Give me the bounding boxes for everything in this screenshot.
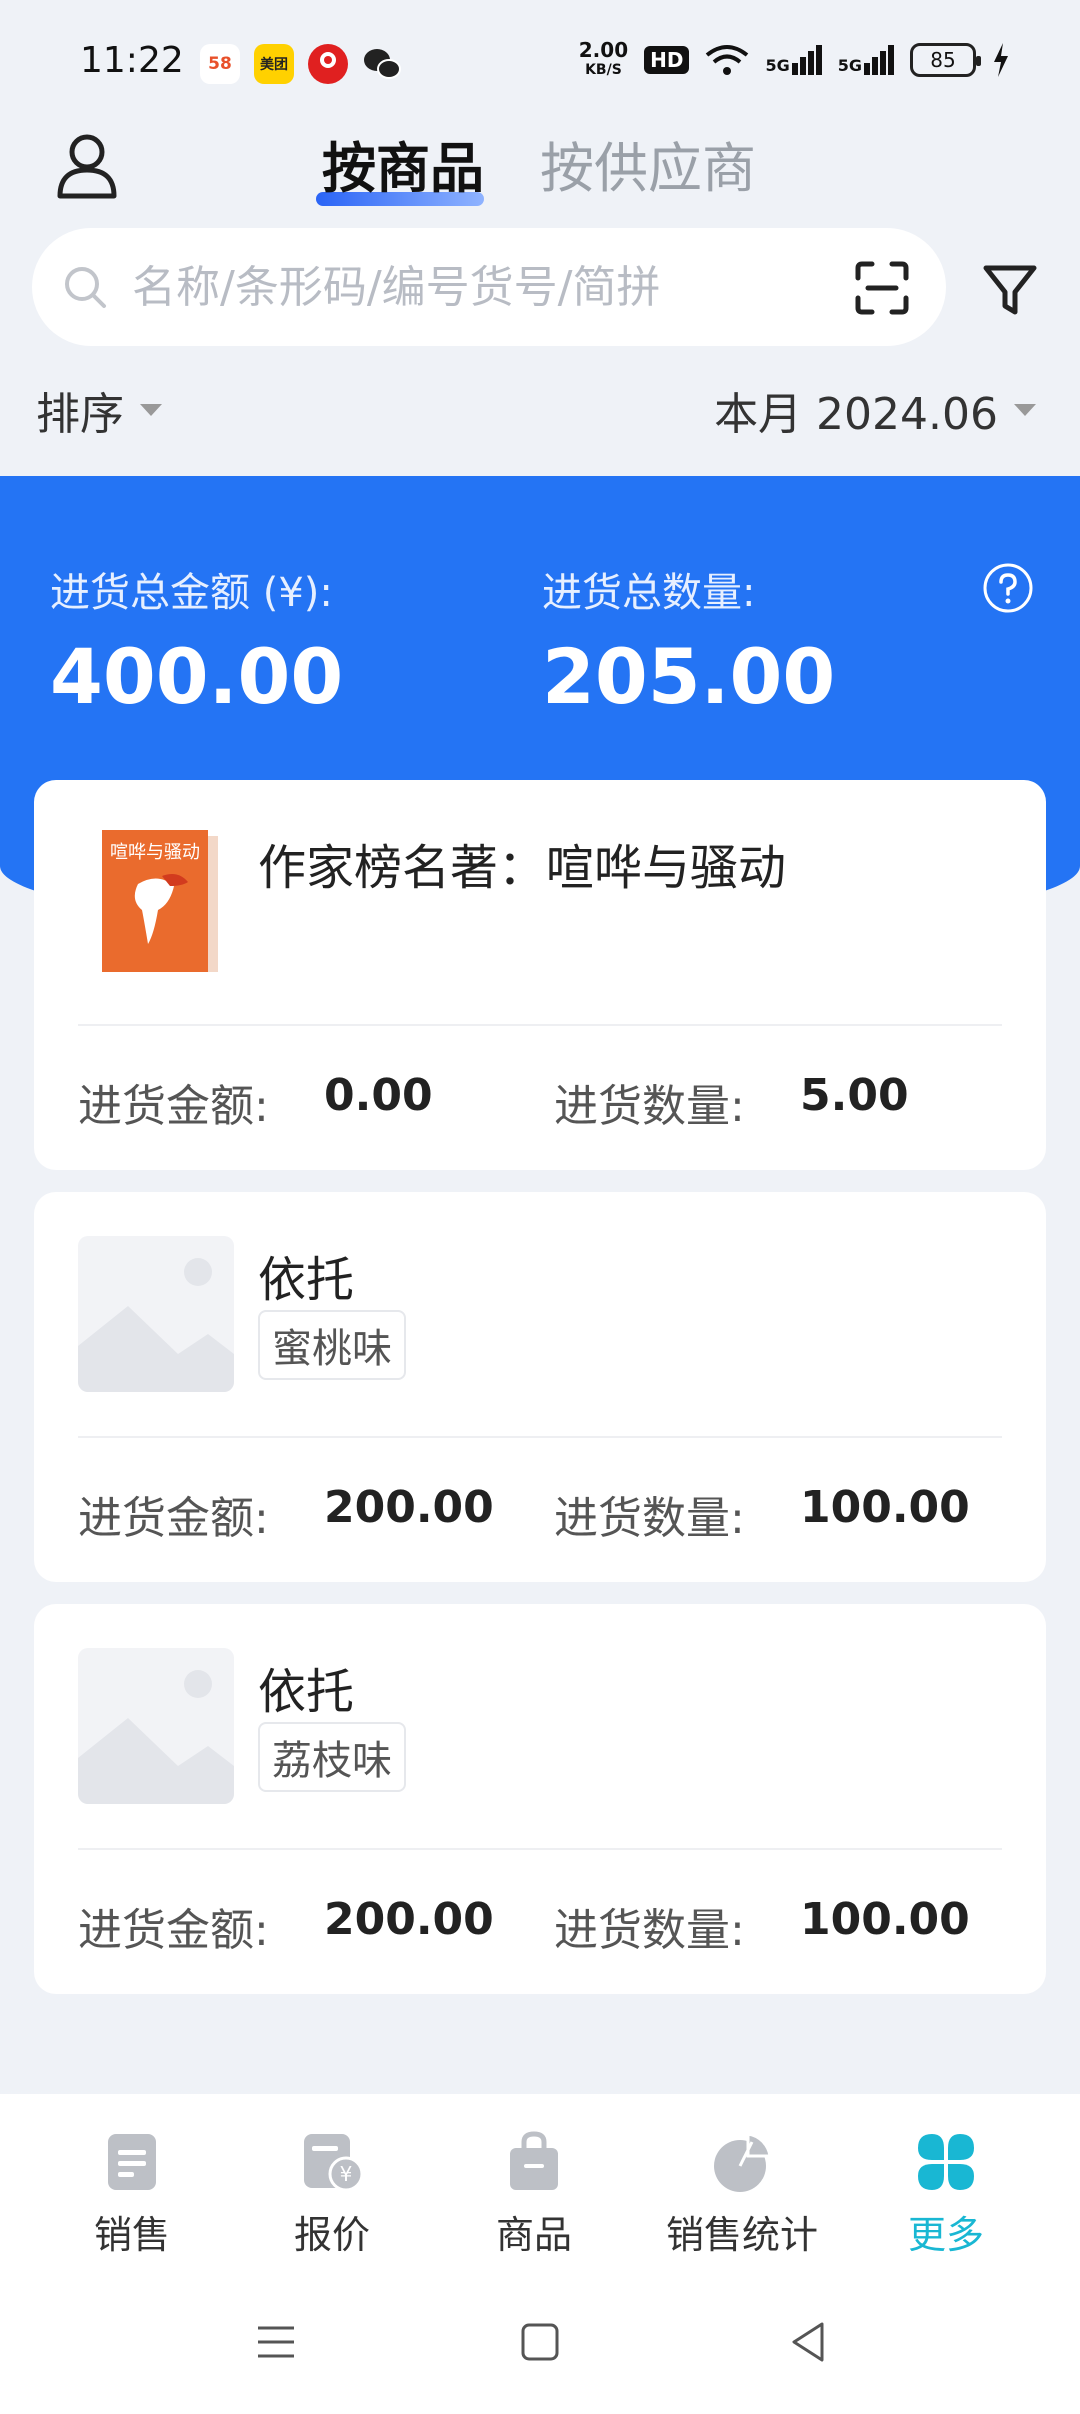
purchase-amount-value: 0.00 bbox=[324, 1070, 433, 1121]
purchase-qty-value: 5.00 bbox=[800, 1070, 909, 1121]
list-item[interactable]: 依托 荔枝味 进货金额: 200.00 进货数量: 100.00 bbox=[34, 1604, 1046, 1994]
battery-icon: 85 bbox=[910, 43, 981, 77]
item-name: 作家榜名著：喧哗与骚动 bbox=[258, 840, 787, 896]
sort-dropdown[interactable]: 排序 bbox=[36, 378, 162, 442]
search-row bbox=[0, 228, 1080, 348]
net-speed: 2.00 KB/S bbox=[579, 40, 628, 80]
nav-sales-label: 销售 bbox=[93, 2213, 170, 2257]
list-item[interactable]: 喧哗与骚动 作家榜名著：喧哗与骚动 进货金额: 0.00 进货数量: 5.00 bbox=[34, 780, 1046, 1170]
net-speed-value: 2.00 bbox=[578, 38, 629, 62]
nav-goods-label: 商品 bbox=[495, 2213, 572, 2257]
purchase-qty-value: 100.00 bbox=[800, 1894, 970, 1945]
total-amount-label: 进货总金额 (¥): bbox=[50, 570, 333, 616]
search-box bbox=[32, 228, 946, 346]
divider bbox=[78, 1848, 1002, 1850]
variant-tag: 荔枝味 bbox=[258, 1722, 406, 1792]
home-icon[interactable] bbox=[518, 2320, 562, 2364]
purchase-amount-value: 200.00 bbox=[324, 1482, 494, 1533]
battery-level: 85 bbox=[930, 48, 956, 72]
month-dropdown[interactable]: 本月 2024.06 bbox=[714, 378, 1036, 442]
signal-icon-2: 5G bbox=[838, 45, 894, 75]
purchase-amount-label: 进货金额: bbox=[78, 1905, 269, 1956]
status-time: 11:22 bbox=[80, 40, 184, 81]
image-placeholder-icon bbox=[78, 1648, 234, 1804]
nav-quote-label: 报价 bbox=[293, 2213, 370, 2257]
document-icon bbox=[108, 2134, 156, 2190]
scan-icon[interactable] bbox=[854, 260, 910, 316]
bottom-nav: 销售 ¥ 报价 商品 销售统计 更多 bbox=[0, 2094, 1080, 2264]
purchase-amount-label: 进货金额: bbox=[78, 1493, 269, 1544]
book-cover-image: 喧哗与骚动 bbox=[78, 824, 234, 980]
purchase-qty-value: 100.00 bbox=[800, 1482, 970, 1533]
header: 按商品 按供应商 bbox=[0, 120, 1080, 220]
purchase-amount-label: 进货金额: bbox=[78, 1081, 269, 1132]
system-nav-bar bbox=[0, 2264, 1080, 2414]
wechat-icon bbox=[362, 44, 402, 84]
menu-icon[interactable] bbox=[254, 2320, 298, 2364]
total-qty-block: 进货总数量: 205.00 bbox=[542, 560, 835, 721]
svg-text:¥: ¥ bbox=[340, 2162, 353, 2186]
purchase-amount-value: 200.00 bbox=[324, 1894, 494, 1945]
nav-more[interactable]: 更多 bbox=[846, 2130, 1046, 2259]
variant-tag: 蜜桃味 bbox=[258, 1310, 406, 1380]
user-icon[interactable] bbox=[52, 130, 122, 200]
wifi-icon bbox=[706, 45, 749, 75]
search-icon bbox=[65, 267, 106, 308]
status-indicators: 2.00 KB/S HD 5G 5G 85 bbox=[579, 40, 1010, 80]
total-amount-block: 进货总金额 (¥): 400.00 bbox=[50, 560, 343, 721]
chevron-down-icon bbox=[140, 404, 162, 416]
charging-icon bbox=[994, 43, 1008, 77]
purchase-qty-label: 进货数量: bbox=[554, 1493, 745, 1544]
nav-sales-stats-label: 销售统计 bbox=[665, 2213, 818, 2257]
help-icon[interactable] bbox=[982, 562, 1034, 614]
purchase-qty-label: 进货数量: bbox=[554, 1081, 745, 1132]
pie-chart-icon bbox=[714, 2132, 772, 2192]
app-meituan-icon: 美团 bbox=[254, 44, 294, 84]
nav-goods[interactable]: 商品 bbox=[434, 2130, 634, 2259]
total-qty-label: 进货总数量: bbox=[542, 570, 756, 616]
chevron-down-icon bbox=[1014, 404, 1036, 416]
item-name: 依托 bbox=[258, 1664, 355, 1720]
image-placeholder-icon bbox=[78, 1236, 234, 1392]
signal-label-2: 5G bbox=[837, 56, 862, 75]
signal-label-1: 5G bbox=[765, 56, 790, 75]
clover-grid-icon bbox=[918, 2134, 974, 2190]
sort-row: 排序 本月 2024.06 bbox=[0, 378, 1080, 448]
nav-quote[interactable]: ¥ 报价 bbox=[232, 2130, 432, 2259]
search-input[interactable] bbox=[132, 254, 752, 320]
purchase-qty-label: 进货数量: bbox=[554, 1905, 745, 1956]
nav-sales-stats[interactable]: 销售统计 bbox=[642, 2130, 842, 2259]
filter-icon[interactable] bbox=[980, 260, 1040, 320]
total-qty-value: 205.00 bbox=[542, 632, 836, 721]
net-speed-unit: KB/S bbox=[585, 62, 622, 78]
status-app-icons: 58 美团 bbox=[200, 44, 402, 84]
total-amount-value: 400.00 bbox=[50, 632, 344, 721]
tab-by-supplier[interactable]: 按供应商 bbox=[540, 124, 756, 203]
sort-label: 排序 bbox=[36, 389, 124, 440]
month-label: 本月 2024.06 bbox=[714, 389, 998, 440]
back-icon[interactable] bbox=[786, 2320, 830, 2364]
status-bar: 11:22 58 美团 2.00 KB/S HD 5G 5G 85 bbox=[0, 0, 1080, 120]
divider bbox=[78, 1024, 1002, 1026]
hd-badge: HD bbox=[644, 46, 690, 74]
nav-sales[interactable]: 销售 bbox=[32, 2130, 232, 2259]
app-map-icon bbox=[308, 44, 348, 84]
shopping-bag-icon bbox=[510, 2131, 558, 2190]
list-item[interactable]: 依托 蜜桃味 进货金额: 200.00 进货数量: 100.00 bbox=[34, 1192, 1046, 1582]
signal-icon-1: 5G bbox=[765, 45, 822, 75]
divider bbox=[78, 1436, 1002, 1438]
cover-title: 喧哗与骚动 bbox=[110, 842, 200, 863]
app-58-icon: 58 bbox=[200, 44, 240, 84]
price-tag-icon: ¥ bbox=[304, 2134, 364, 2192]
item-name: 依托 bbox=[258, 1252, 355, 1308]
nav-more-label: 更多 bbox=[907, 2213, 984, 2257]
tab-by-goods[interactable]: 按商品 bbox=[322, 124, 484, 203]
